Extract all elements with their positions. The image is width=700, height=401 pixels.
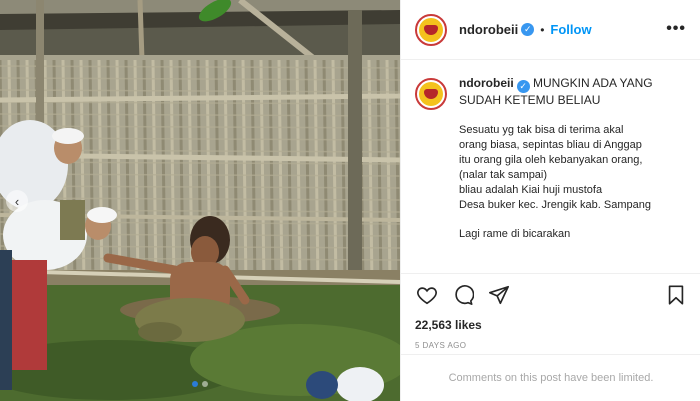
post-sidebar: ndorobeii ✓ • Follow ••• ndorobeii ✓ MUNG… xyxy=(400,0,700,401)
action-bar xyxy=(401,273,700,315)
verified-badge-icon: ✓ xyxy=(516,80,530,93)
photo-scene xyxy=(0,0,400,401)
follow-button[interactable]: Follow xyxy=(550,22,591,37)
more-options-icon[interactable]: ••• xyxy=(666,20,686,38)
avatar-logo xyxy=(419,82,443,106)
carousel-indicator xyxy=(0,381,400,387)
paper-plane-icon[interactable] xyxy=(487,283,511,307)
avatar[interactable] xyxy=(415,13,447,46)
caption-line: Desa buker kec. Jrengik kab. Sampang xyxy=(459,199,651,211)
carousel-dot-2 xyxy=(202,381,208,387)
username-link[interactable]: ndorobeii xyxy=(459,22,518,37)
caption: ndorobeii ✓ MUNGKIN ADA YANG SUDAH KETEMU… xyxy=(459,76,686,273)
post-photo[interactable]: ‹ xyxy=(0,0,400,401)
comments-limited-text: Comments on this post have been limited. xyxy=(448,372,654,384)
avatar-logo xyxy=(419,17,443,42)
chevron-left-icon: ‹ xyxy=(14,193,20,209)
carousel-dot-1 xyxy=(192,381,198,387)
caption-username[interactable]: ndorobeii xyxy=(459,76,514,90)
caption-avatar[interactable] xyxy=(415,78,447,110)
bookmark-icon[interactable] xyxy=(664,283,688,307)
heart-icon[interactable] xyxy=(415,283,439,307)
caption-line: Sesuatu yg tak bisa di terima akal xyxy=(459,124,624,136)
likes-count[interactable]: 22,563 likes xyxy=(401,315,700,335)
separator-dot: • xyxy=(540,22,545,37)
comments-limited-notice: Comments on this post have been limited. xyxy=(401,354,700,401)
caption-line: (nalar tak sampai) xyxy=(459,169,548,181)
post-header: ndorobeii ✓ • Follow ••• xyxy=(401,0,700,60)
carousel-prev-button[interactable]: ‹ xyxy=(6,190,28,212)
caption-head: ndorobeii ✓ MUNGKIN ADA YANG SUDAH KETEMU… xyxy=(459,76,686,108)
caption-line: bliau adalah Kiai huji mustofa xyxy=(459,184,603,196)
caption-area: ndorobeii ✓ MUNGKIN ADA YANG SUDAH KETEMU… xyxy=(401,60,700,273)
verified-badge-icon: ✓ xyxy=(521,23,535,36)
caption-gap xyxy=(459,213,686,227)
comment-icon[interactable] xyxy=(451,283,475,307)
caption-line: orang biasa, sepintas bliau di Anggap xyxy=(459,139,642,151)
caption-line: Lagi rame di bicarakan xyxy=(459,228,571,240)
caption-line: itu orang gila oleh kebanyakan orang, xyxy=(459,154,643,166)
